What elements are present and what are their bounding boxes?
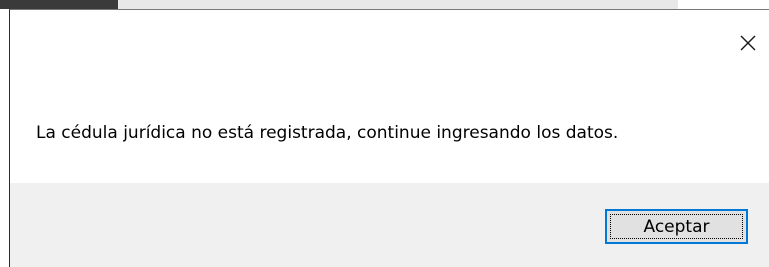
accept-button-label: Aceptar bbox=[610, 214, 743, 239]
background-window-titlebar bbox=[0, 0, 118, 9]
screen: La cédula jurídica no está registrada, c… bbox=[0, 0, 769, 267]
background-window-bar bbox=[118, 0, 678, 9]
dialog-footer: Aceptar bbox=[10, 183, 769, 267]
message-dialog: La cédula jurídica no está registrada, c… bbox=[9, 9, 769, 267]
close-button[interactable] bbox=[735, 30, 761, 56]
dialog-message: La cédula jurídica no está registrada, c… bbox=[36, 123, 619, 143]
accept-button[interactable]: Aceptar bbox=[605, 209, 748, 244]
close-icon bbox=[740, 35, 756, 51]
